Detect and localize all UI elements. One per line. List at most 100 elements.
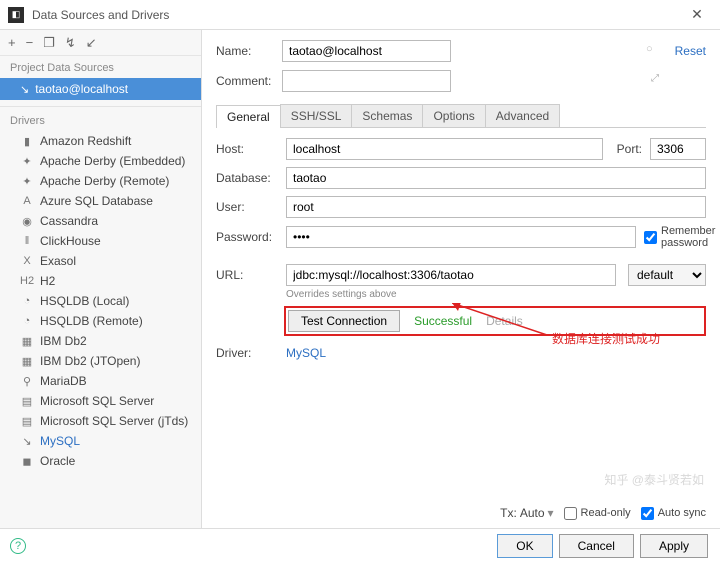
driver-item[interactable]: H2H2 (0, 271, 201, 291)
driver-icon: ▤ (20, 415, 34, 428)
window-title: Data Sources and Drivers (32, 8, 682, 22)
driver-label: ClickHouse (40, 234, 101, 248)
driver-icon: ↘ (20, 435, 34, 448)
add-icon[interactable]: + (8, 35, 16, 50)
driver-icon: ◔ (20, 315, 34, 327)
comment-input[interactable] (282, 70, 451, 92)
driver-icon: A (20, 195, 34, 207)
driver-label: Microsoft SQL Server (40, 394, 154, 408)
name-label: Name: (216, 44, 274, 58)
driver-item[interactable]: ▦IBM Db2 (JTOpen) (0, 351, 201, 371)
driver-item[interactable]: ✦ Apache Derby (Remote) (0, 171, 201, 191)
copy-icon[interactable]: ❐ (43, 35, 55, 51)
driver-label: MariaDB (40, 374, 87, 388)
host-input[interactable] (286, 138, 603, 160)
sidebar-toolbar: + − ❐ ↯ ↙ (0, 30, 201, 56)
test-connection-button[interactable]: Test Connection (288, 310, 400, 332)
tx-value[interactable]: Auto (520, 506, 545, 520)
footer: ? OK Cancel Apply (0, 528, 720, 563)
driver-label: Amazon Redshift (40, 134, 131, 148)
driver-item[interactable]: ◼ Oracle (0, 451, 201, 471)
annotation-text: 数据库连接测试成功 (552, 330, 660, 347)
driver-label: Apache Derby (Remote) (40, 174, 169, 188)
user-input[interactable] (286, 196, 706, 218)
tool-icon[interactable]: ↯ (65, 35, 76, 51)
data-source-item[interactable]: ↘ taotao@localhost (0, 78, 201, 100)
apply-button[interactable]: Apply (640, 534, 708, 558)
password-input[interactable] (286, 226, 636, 248)
driver-icon: ◼ (20, 455, 34, 468)
comment-label: Comment: (216, 74, 274, 88)
tx-label: Tx: (500, 506, 517, 520)
driver-icon: ✦ (20, 175, 34, 188)
port-label: Port: (617, 142, 642, 156)
driver-icon: ▮ (20, 135, 34, 148)
close-icon[interactable]: ✕ (682, 6, 712, 23)
port-input[interactable] (650, 138, 706, 160)
driver-link[interactable]: MySQL (286, 346, 326, 360)
driver-label: Apache Derby (Embedded) (40, 154, 185, 168)
driver-icon: ▦ (20, 355, 34, 368)
ok-button[interactable]: OK (497, 534, 552, 558)
user-label: User: (216, 200, 278, 214)
password-label: Password: (216, 230, 278, 244)
driver-label: Azure SQL Database (40, 194, 153, 208)
driver-label: Microsoft SQL Server (jTds) (40, 414, 188, 428)
driver-item[interactable]: ↘ MySQL (0, 431, 201, 451)
tabs: GeneralSSH/SSLSchemasOptionsAdvanced (216, 104, 706, 128)
driver-label: MySQL (40, 434, 80, 448)
database-input[interactable] (286, 167, 706, 189)
driver-item[interactable]: ✦ Apache Derby (Embedded) (0, 151, 201, 171)
driver-label: Cassandra (40, 214, 98, 228)
cancel-button[interactable]: Cancel (559, 534, 634, 558)
driver-label: HSQLDB (Local) (40, 294, 129, 308)
driver-icon: X (20, 255, 34, 267)
driver-item[interactable]: A Azure SQL Database (0, 191, 201, 211)
driver-icon: ◔ (20, 295, 34, 307)
chevron-down-icon[interactable]: ▾ (548, 506, 554, 520)
remember-checkbox[interactable]: Remember password (644, 225, 706, 249)
driver-icon: H2 (20, 275, 34, 287)
driver-item[interactable]: ◉Cassandra (0, 211, 201, 231)
driver-label: HSQLDB (Remote) (40, 314, 143, 328)
annotation-arrow-icon (452, 303, 562, 343)
help-icon[interactable]: ? (10, 538, 26, 554)
content-pane: Name: ○ Reset Comment: ⤢ GeneralSSH/SSLS… (202, 30, 720, 528)
datasource-icon: ↘ (20, 83, 29, 96)
url-mode-select[interactable]: default (628, 264, 706, 286)
name-input[interactable] (282, 40, 451, 62)
tab-advanced[interactable]: Advanced (485, 104, 560, 127)
driver-item[interactable]: ▮ Amazon Redshift (0, 131, 201, 151)
tab-general[interactable]: General (216, 105, 281, 128)
driver-item[interactable]: X Exasol (0, 251, 201, 271)
driver-icon: ▦ (20, 335, 34, 348)
drivers-list: ▮ Amazon Redshift ✦ Apache Derby (Embedded)… (0, 131, 201, 528)
url-input[interactable] (286, 264, 616, 286)
readonly-checkbox[interactable]: Read-only (564, 507, 631, 520)
driver-item[interactable]: ◔ HSQLDB (Remote) (0, 311, 201, 331)
driver-label: Exasol (40, 254, 76, 268)
options-row: Tx: Auto▾ Read-only Auto sync (216, 498, 706, 520)
driver-item[interactable]: ‖ClickHouse (0, 231, 201, 251)
titlebar: ◧ Data Sources and Drivers ✕ (0, 0, 720, 30)
clear-icon[interactable]: ○ (646, 43, 653, 55)
driver-label: Driver: (216, 346, 278, 360)
host-label: Host: (216, 142, 278, 156)
tab-sshssl[interactable]: SSH/SSL (280, 104, 353, 127)
tab-options[interactable]: Options (422, 104, 485, 127)
expand-icon[interactable]: ⤢ (651, 73, 659, 84)
driver-item[interactable]: ◔ HSQLDB (Local) (0, 291, 201, 311)
driver-icon: ✦ (20, 155, 34, 168)
driver-item[interactable]: ▤ Microsoft SQL Server (jTds) (0, 411, 201, 431)
driver-item[interactable]: ▦ IBM Db2 (0, 331, 201, 351)
driver-label: IBM Db2 (40, 334, 87, 348)
autosync-checkbox[interactable]: Auto sync (641, 507, 706, 520)
refresh-icon[interactable]: ↙ (86, 35, 97, 51)
driver-label: Oracle (40, 454, 75, 468)
driver-item[interactable]: ⚲ MariaDB (0, 371, 201, 391)
driver-item[interactable]: ▤Microsoft SQL Server (0, 391, 201, 411)
remove-icon[interactable]: − (26, 35, 34, 50)
driver-icon: ⚲ (20, 375, 34, 388)
reset-link[interactable]: Reset (675, 44, 706, 58)
tab-schemas[interactable]: Schemas (351, 104, 423, 127)
